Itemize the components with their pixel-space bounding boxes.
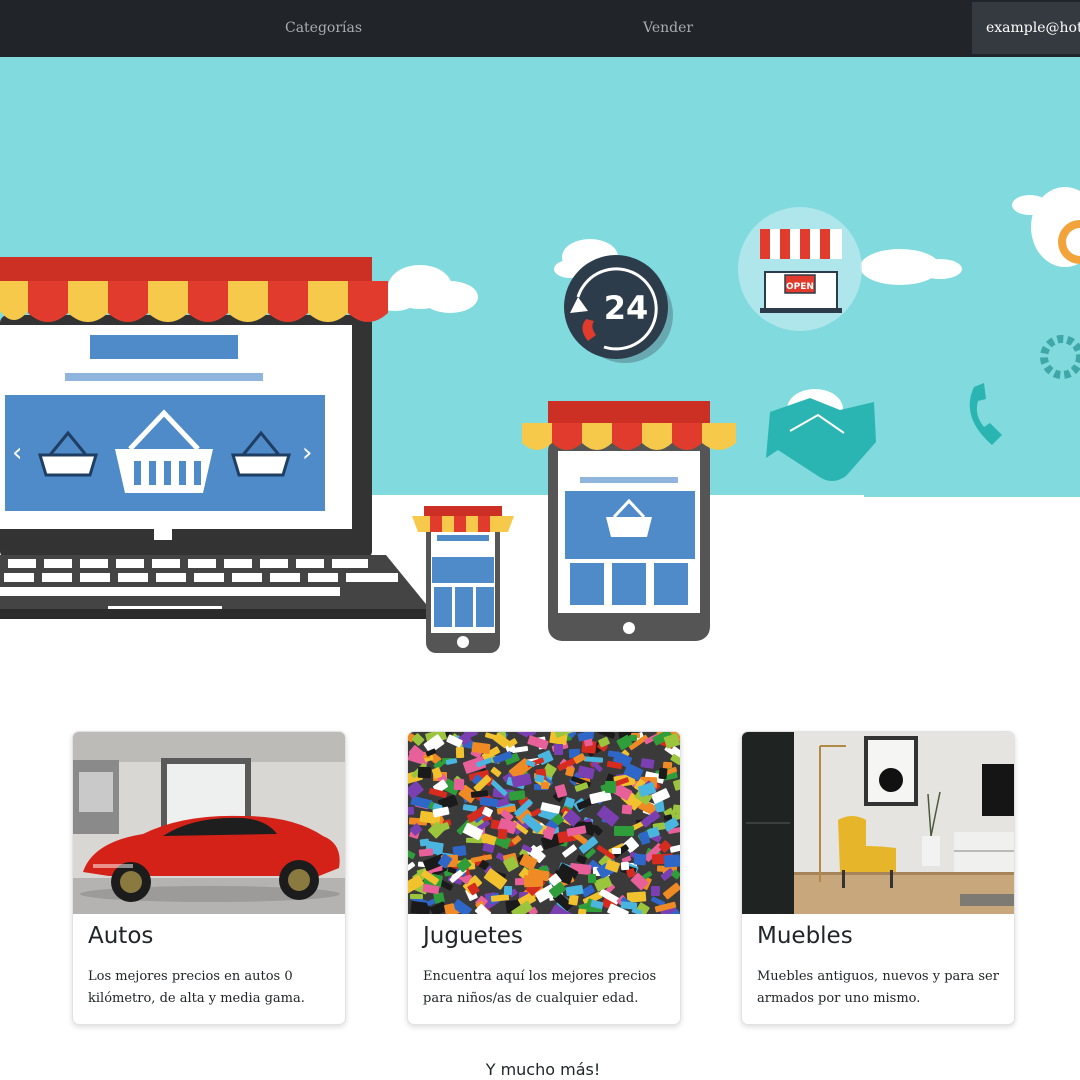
open-store-icon — [738, 207, 862, 331]
open-sign-text: OPEN — [786, 282, 814, 292]
user-menu-button[interactable]: example@hotm — [972, 2, 1080, 54]
svg-text:‹: ‹ — [12, 438, 22, 468]
user-email-label: example@hotm — [986, 20, 1080, 36]
card-description-juguetes: Encuentra aquí los mejores precios para … — [423, 969, 657, 1006]
svg-text:›: › — [302, 438, 312, 468]
ecommerce-illustration: 24 OPEN ‹ › — [0, 57, 1080, 653]
furniture-image — [742, 732, 1014, 914]
car-image — [73, 732, 345, 914]
laptop-illustration: ‹ › — [0, 257, 430, 619]
category-card-autos[interactable]: Autos Los mejores precios en autos 0 kil… — [72, 731, 346, 1025]
category-card-muebles[interactable]: Muebles Muebles antiguos, nuevos y para … — [741, 731, 1015, 1025]
card-title-autos: Autos — [88, 923, 154, 949]
support-24h-text: 24 — [604, 289, 649, 327]
card-description-autos: Los mejores precios en autos 0 kilómetro… — [88, 969, 305, 1006]
more-categories-text: Y mucho más! — [485, 1060, 601, 1079]
smartphone-illustration — [412, 506, 514, 653]
category-card-juguetes[interactable]: Juguetes Encuentra aquí los mejores prec… — [407, 731, 681, 1025]
nav-sell-link[interactable]: Vender — [643, 0, 693, 57]
top-navbar: Categorías Vender example@hotm — [0, 0, 1080, 57]
card-description-muebles: Muebles antiguos, nuevos y para ser arma… — [757, 969, 999, 1006]
card-title-muebles: Muebles — [757, 923, 853, 949]
hero-banner: 24 OPEN ‹ › — [0, 57, 1080, 667]
nav-categories-link[interactable]: Categorías — [285, 0, 362, 57]
toys-image — [408, 732, 680, 914]
card-title-juguetes: Juguetes — [423, 923, 523, 949]
tablet-illustration — [522, 401, 736, 641]
